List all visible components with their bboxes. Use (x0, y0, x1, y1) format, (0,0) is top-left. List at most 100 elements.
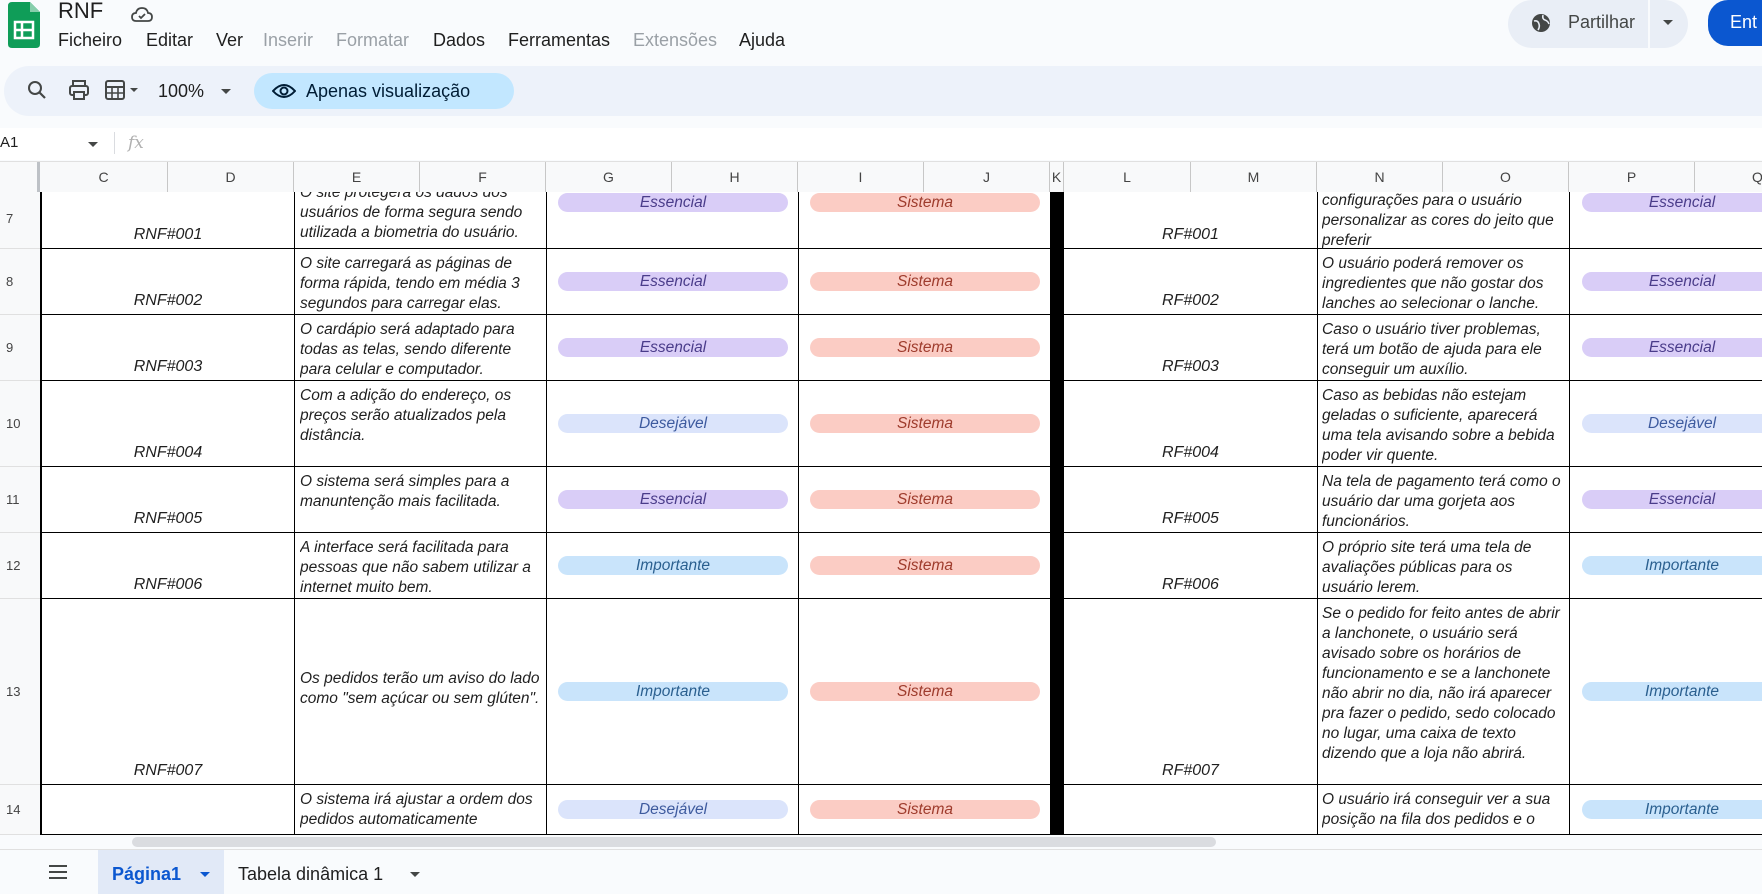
column-header-k[interactable]: K (1050, 162, 1064, 192)
rf-priority-chip[interactable]: Essencial (1582, 490, 1762, 509)
rnf-type-chip[interactable]: Sistema (810, 556, 1040, 575)
rnf-type-chip[interactable]: Sistema (810, 682, 1040, 701)
menu-dados[interactable]: Dados (433, 30, 485, 51)
column-header-g[interactable]: G (546, 162, 672, 192)
name-box-dropdown-icon[interactable] (86, 138, 100, 156)
rnf-description-cell[interactable]: O cardápio será adaptado para todas as t… (300, 320, 542, 380)
column-header-d[interactable]: D (168, 162, 294, 192)
select-all-corner[interactable] (0, 162, 40, 192)
zoom-dropdown-icon[interactable] (218, 83, 234, 104)
rf-description-cell[interactable]: configurações para o usuário personaliza… (1322, 192, 1567, 251)
rnf-description-cell[interactable]: Com a adição do endereço, os preços serã… (300, 386, 542, 446)
rnf-id-cell[interactable]: RNF#007 (42, 762, 294, 780)
column-header-m[interactable]: M (1191, 162, 1317, 192)
rf-id-cell[interactable]: RF#003 (1064, 358, 1317, 376)
rf-priority-chip[interactable]: Essencial (1582, 338, 1762, 357)
row-header[interactable]: 11 (0, 467, 40, 533)
rnf-priority-chip[interactable]: Importante (558, 682, 788, 701)
column-header-l[interactable]: L (1064, 162, 1191, 192)
rnf-id-cell[interactable]: RNF#004 (42, 444, 294, 462)
column-header-i[interactable]: I (798, 162, 924, 192)
rf-priority-chip[interactable]: Essencial (1582, 193, 1762, 212)
column-header-n[interactable]: N (1317, 162, 1443, 192)
rnf-id-cell[interactable]: RNF#006 (42, 576, 294, 594)
name-box[interactable]: A1 (0, 134, 18, 151)
view-only-badge[interactable]: Apenas visualização (254, 73, 514, 109)
rf-id-cell[interactable]: RF#001 (1064, 226, 1317, 244)
rnf-type-chip[interactable]: Sistema (810, 193, 1040, 212)
rf-id-cell[interactable]: RF#006 (1064, 576, 1317, 594)
rf-id-cell[interactable]: RF#002 (1064, 292, 1317, 310)
calculator-icon[interactable] (104, 79, 144, 106)
column-header-f[interactable]: F (420, 162, 546, 192)
rf-priority-chip[interactable]: Importante (1582, 682, 1762, 701)
row-header[interactable]: 8 (0, 249, 40, 315)
sheet-tab-pagina1[interactable]: Página1 (98, 850, 224, 894)
row-header[interactable]: 9 (0, 315, 40, 381)
rf-priority-chip[interactable]: Essencial (1582, 272, 1762, 291)
rf-id-cell[interactable]: RF#007 (1064, 762, 1317, 780)
rnf-priority-chip[interactable]: Essencial (558, 338, 788, 357)
rf-description-cell[interactable]: O usuário poderá remover os ingredientes… (1322, 254, 1567, 314)
rf-description-cell[interactable]: Caso o usuário tiver problemas, terá um … (1322, 320, 1567, 380)
rf-description-cell[interactable]: O usuário irá conseguir ver a sua posiçã… (1322, 790, 1567, 830)
rnf-type-chip[interactable]: Sistema (810, 338, 1040, 357)
column-header-o[interactable]: O (1443, 162, 1569, 192)
column-header-e[interactable]: E (294, 162, 420, 192)
rf-description-cell[interactable]: Se o pedido for feito antes de abrir a l… (1322, 604, 1567, 764)
rnf-description-cell[interactable]: O site protegerá os dados dos usuários d… (300, 192, 542, 243)
rnf-priority-chip[interactable]: Essencial (558, 193, 788, 212)
horizontal-scrollbar[interactable] (132, 837, 1216, 847)
rf-priority-chip[interactable]: Importante (1582, 800, 1762, 819)
rnf-type-chip[interactable]: Sistema (810, 800, 1040, 819)
rf-id-cell[interactable]: RF#004 (1064, 444, 1317, 462)
sheets-logo-icon[interactable] (8, 2, 40, 48)
menu-editar[interactable]: Editar (146, 30, 193, 51)
rnf-description-cell[interactable]: O sistema irá ajustar a ordem dos pedido… (300, 790, 542, 830)
sheet-tab2-dropdown-icon[interactable] (408, 868, 422, 886)
rf-description-cell[interactable]: O próprio site terá uma tela de avaliaçõ… (1322, 538, 1567, 598)
row-header[interactable]: 12 (0, 533, 40, 599)
row-header[interactable]: 14 (0, 785, 40, 835)
print-icon[interactable] (68, 79, 90, 106)
cloud-saved-icon[interactable] (130, 3, 154, 32)
sheet-tab-dropdown-icon[interactable] (198, 868, 212, 886)
all-sheets-menu-icon[interactable] (48, 864, 68, 885)
share-button[interactable]: Partilhar (1508, 0, 1688, 48)
rnf-priority-chip[interactable]: Essencial (558, 272, 788, 291)
rnf-description-cell[interactable]: Os pedidos terão um aviso do lado como "… (300, 669, 542, 709)
rnf-type-chip[interactable]: Sistema (810, 490, 1040, 509)
column-header-c[interactable]: C (40, 162, 168, 192)
rnf-id-cell[interactable]: RNF#001 (42, 226, 294, 244)
column-header-j[interactable]: J (924, 162, 1050, 192)
menu-formatar[interactable]: Formatar (336, 30, 409, 51)
rf-description-cell[interactable]: Na tela de pagamento terá como o usuário… (1322, 472, 1567, 532)
rnf-priority-chip[interactable]: Desejável (558, 800, 788, 819)
rnf-description-cell[interactable]: A interface será facilitada para pessoas… (300, 538, 542, 598)
menu-ferramentas[interactable]: Ferramentas (508, 30, 610, 51)
column-header-q[interactable]: Q (1695, 162, 1762, 192)
menu-ver[interactable]: Ver (216, 30, 243, 51)
column-header-h[interactable]: H (672, 162, 798, 192)
rnf-id-cell[interactable]: RNF#002 (42, 292, 294, 310)
rnf-type-chip[interactable]: Sistema (810, 272, 1040, 291)
row-header[interactable]: 7 (0, 192, 40, 249)
rf-id-cell[interactable]: RF#005 (1064, 510, 1317, 528)
sheet-tab-tabela-dinamica[interactable]: Tabela dinâmica 1 (238, 864, 383, 885)
share-dropdown-icon[interactable] (1660, 14, 1676, 35)
document-title[interactable]: RNF (58, 0, 103, 24)
rnf-id-cell[interactable]: RNF#005 (42, 510, 294, 528)
menu-ajuda[interactable]: Ajuda (739, 30, 785, 51)
menu-extensoes[interactable]: Extensões (633, 30, 717, 51)
column-header-p[interactable]: P (1569, 162, 1695, 192)
rnf-description-cell[interactable]: O sistema será simples para a manuntençã… (300, 472, 542, 512)
rnf-priority-chip[interactable]: Essencial (558, 490, 788, 509)
menu-inserir[interactable]: Inserir (263, 30, 313, 51)
rnf-id-cell[interactable]: RNF#003 (42, 358, 294, 376)
search-icon[interactable] (26, 79, 48, 106)
rnf-type-chip[interactable]: Sistema (810, 414, 1040, 433)
zoom-select[interactable]: 100% (158, 81, 204, 102)
rf-priority-chip[interactable]: Desejável (1582, 414, 1762, 433)
rnf-priority-chip[interactable]: Importante (558, 556, 788, 575)
row-header[interactable]: 10 (0, 381, 40, 467)
